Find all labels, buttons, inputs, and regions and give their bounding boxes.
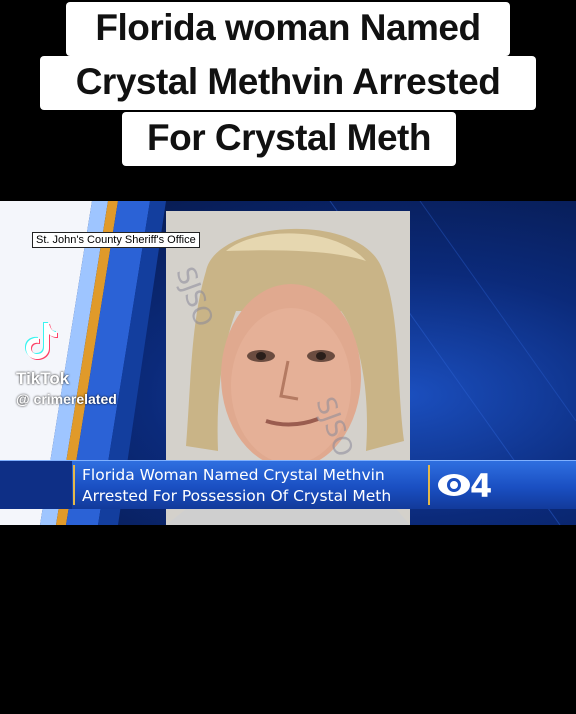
headline-line-2: Crystal Methvin Arrested [40, 56, 536, 110]
news-lower-third: Florida Woman Named Crystal Methvin Arre… [0, 460, 576, 509]
tiktok-watermark: TikTok @ crimerelated [8, 321, 148, 411]
lower-third-line-2: Arrested For Possession Of Crystal Meth [82, 487, 392, 505]
news-video-frame[interactable]: SJSO SJSO St. John's County Sheriff's Of… [0, 201, 576, 525]
headline-line-1: Florida woman Named [66, 2, 510, 56]
source-credit-label: St. John's County Sheriff's Office [32, 232, 200, 248]
lower-third-line-1: Florida Woman Named Crystal Methvin [82, 466, 385, 484]
cbs-eye-icon: 4 [438, 467, 492, 505]
headline: Florida woman Named Crystal Methvin Arre… [0, 0, 576, 180]
tiktok-app-name: TikTok [16, 369, 70, 388]
channel-number: 4 [470, 467, 492, 505]
lower-third-divider [73, 465, 75, 505]
headline-line-3: For Crystal Meth [122, 112, 456, 166]
tiktok-logo-icon [25, 322, 58, 360]
lower-third-divider [428, 465, 430, 505]
lower-third-left-block [0, 461, 72, 509]
tiktok-user-handle: @ crimerelated [16, 391, 117, 407]
